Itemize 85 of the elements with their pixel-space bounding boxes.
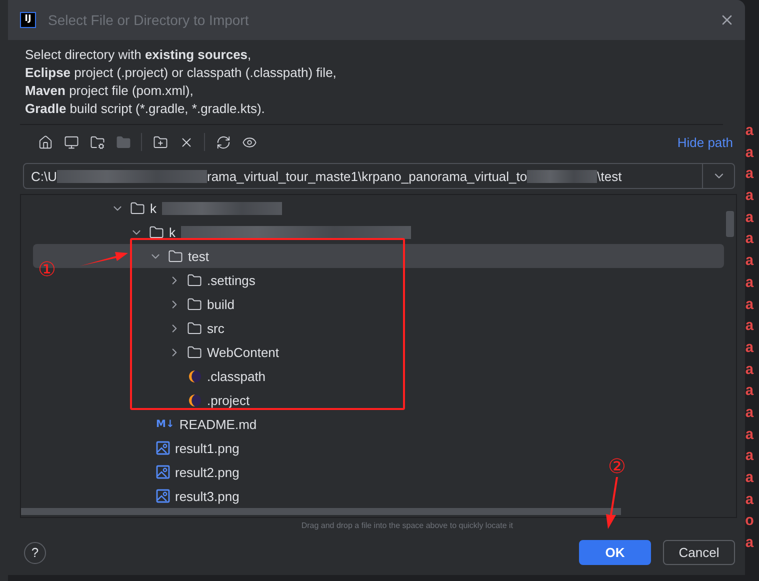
tree-row[interactable]: k (111, 196, 282, 220)
description-text: Eclipse project (.project) or classpath (.classpath) file, (25, 64, 338, 82)
console-text: a (745, 340, 756, 358)
eclipse-file-icon (187, 368, 202, 384)
eclipse-file-icon (187, 392, 202, 408)
tree-row[interactable]: src (168, 316, 224, 340)
folder-icon (187, 344, 202, 360)
console-text: a (745, 210, 756, 228)
console-text: a (745, 231, 756, 250)
console-text: a (745, 470, 756, 488)
console-text: a (745, 492, 756, 510)
image-file-icon (156, 489, 170, 503)
step-number: ② (608, 455, 626, 477)
help-button[interactable]: ? (24, 542, 46, 564)
file-name: result1.png (175, 440, 240, 456)
path-text: \test (597, 168, 622, 184)
file-name: k (150, 200, 156, 216)
file-name: src (207, 320, 224, 336)
folder-icon (187, 320, 202, 336)
image-file-icon (156, 465, 170, 479)
new-folder-icon (152, 134, 168, 150)
file-name: result2.png (175, 464, 240, 480)
console-text: a (745, 188, 756, 206)
file-name: .settings (207, 272, 256, 288)
console-text: a (745, 274, 756, 293)
path-text: C:\U (31, 168, 57, 184)
console-text: o (745, 513, 756, 532)
folder-icon (168, 248, 183, 264)
console-text: a (745, 535, 756, 554)
tree-row[interactable]: .settings (168, 268, 256, 292)
description-text: Select directory with existing sources, (25, 46, 252, 64)
console-text: a (745, 318, 756, 336)
console-text: a (745, 166, 756, 184)
tree-row[interactable]: .project (187, 388, 250, 412)
console-text: a (745, 404, 756, 423)
file-name: .project (207, 392, 250, 408)
arrow (604, 477, 620, 529)
description-text: Maven project file (pom.xml), (25, 82, 194, 100)
hide-path-link[interactable]: Hide path (677, 134, 733, 150)
console-text: a (745, 383, 756, 402)
hint-text: Drag and drop a file into the space above to quickly locate it (301, 521, 513, 530)
home-icon (38, 134, 52, 150)
console-text: a (745, 296, 756, 314)
app-logo: IJ (20, 12, 36, 28)
console-text: a (745, 362, 756, 380)
console-text: a (745, 448, 756, 466)
folder-icon (149, 224, 164, 240)
file-name: .classpath (207, 368, 266, 384)
vertical-scrollbar[interactable] (726, 211, 734, 237)
refresh-icon (216, 134, 230, 150)
folder-icon (130, 200, 145, 216)
folder-icon (187, 296, 202, 312)
monitor-icon (64, 134, 78, 150)
eye-icon (242, 134, 256, 150)
console-text: a (745, 144, 756, 163)
file-name: k (169, 224, 176, 240)
tree-row[interactable]: k (130, 220, 410, 244)
file-name: build (207, 296, 234, 312)
file-name: README.md (179, 416, 257, 432)
image-file-icon (156, 441, 170, 455)
tree-row[interactable]: WebContent (168, 340, 280, 364)
folder-gear-icon (90, 134, 104, 150)
tree-row[interactable]: M↓ README.md (156, 412, 257, 436)
tree-row[interactable]: result2.png (156, 460, 240, 484)
folder-icon (116, 134, 130, 150)
console-text: a (745, 253, 756, 272)
path-text: rama_virtual_tour_maste1\krpano_panorama_virtual_to (207, 168, 528, 184)
ok-button[interactable]: OK (579, 540, 651, 565)
file-name: WebContent (207, 344, 280, 360)
file-name: result3.png (175, 488, 240, 504)
tree-row[interactable]: result1.png (156, 436, 240, 460)
arrow (80, 250, 128, 267)
horizontal-scrollbar[interactable] (21, 508, 621, 515)
console-text: a (745, 123, 756, 141)
tree-row[interactable]: result3.png (156, 484, 240, 508)
path-field[interactable]: C:\U rama_virtual_tour_maste1\krpano_panorama_virtual_to \test (23, 163, 735, 189)
console-text: a (745, 426, 756, 445)
tree-row[interactable]: .classpath (187, 364, 266, 388)
markdown-icon: M↓ (156, 418, 174, 430)
folder-icon (187, 272, 202, 288)
file-name: test (188, 248, 209, 264)
tree-row[interactable]: build (168, 292, 234, 316)
description-text: Gradle build script (*.gradle, *.gradle.kts). (25, 100, 266, 118)
cancel-button[interactable]: Cancel (663, 540, 735, 565)
window-title: Select File or Directory to Import (48, 12, 250, 28)
